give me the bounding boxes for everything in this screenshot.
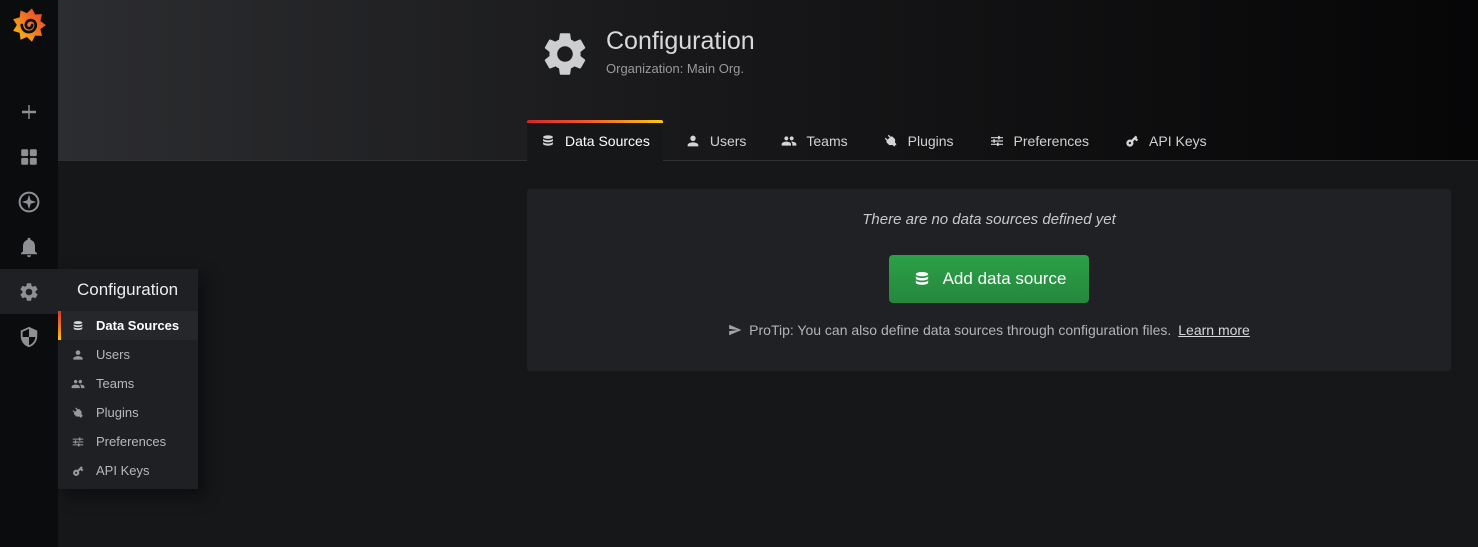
flyout-item-label: Preferences <box>96 434 166 449</box>
side-menu-items <box>0 89 58 359</box>
gear-icon <box>18 281 40 303</box>
flyout-item-label: Users <box>96 347 130 362</box>
tab-api-keys[interactable]: API Keys <box>1111 120 1220 161</box>
tab-plugins[interactable]: Plugins <box>870 120 967 161</box>
apps-grid-icon <box>18 146 40 168</box>
page-title: Configuration <box>606 27 755 56</box>
flyout-item-label: Data Sources <box>96 318 179 333</box>
tab-label: Plugins <box>908 133 954 149</box>
tab-label: Preferences <box>1014 133 1089 149</box>
configuration-flyout-menu: Configuration Data Sources Users Teams P… <box>58 269 198 489</box>
tab-users[interactable]: Users <box>672 120 760 161</box>
data-sources-empty-panel: There are no data sources defined yet Ad… <box>527 189 1451 371</box>
compass-icon <box>17 190 41 214</box>
tab-label: Users <box>710 133 747 149</box>
rocket-icon <box>728 323 742 337</box>
flyout-item-data-sources[interactable]: Data Sources <box>58 311 198 340</box>
page-subtitle: Organization: Main Org. <box>606 61 755 76</box>
page-title-block: Configuration Organization: Main Org. <box>539 26 755 82</box>
tab-teams[interactable]: Teams <box>768 120 860 161</box>
side-menu <box>0 0 58 547</box>
team-icon <box>71 377 85 391</box>
flyout-title: Configuration <box>58 269 198 311</box>
page-header: Configuration Organization: Main Org. Da… <box>58 0 1478 161</box>
sliders-icon <box>989 133 1005 149</box>
sidebar-item-explore[interactable] <box>0 179 58 224</box>
flyout-item-teams[interactable]: Teams <box>58 369 198 398</box>
database-icon <box>71 319 85 333</box>
protip-text: ProTip: You can also define data sources… <box>749 322 1171 338</box>
learn-more-link[interactable]: Learn more <box>1178 322 1250 338</box>
flyout-item-plugins[interactable]: Plugins <box>58 398 198 427</box>
protip-row: ProTip: You can also define data sources… <box>527 322 1451 338</box>
tab-preferences[interactable]: Preferences <box>976 120 1102 161</box>
sidebar-item-create[interactable] <box>0 89 58 134</box>
flyout-item-api-keys[interactable]: API Keys <box>58 456 198 485</box>
key-icon <box>71 464 85 478</box>
key-icon <box>1124 133 1140 149</box>
grafana-logo[interactable] <box>0 0 58 44</box>
plus-icon <box>17 100 41 124</box>
database-icon <box>540 133 556 149</box>
database-icon <box>912 269 932 289</box>
user-icon <box>685 133 701 149</box>
sidebar-item-configuration[interactable] <box>0 269 58 314</box>
flyout-item-label: Plugins <box>96 405 139 420</box>
sliders-icon <box>71 435 85 449</box>
flyout-item-users[interactable]: Users <box>58 340 198 369</box>
plug-icon <box>71 406 85 420</box>
bell-icon <box>17 235 41 259</box>
tab-label: Teams <box>806 133 847 149</box>
team-icon <box>781 133 797 149</box>
gear-icon <box>539 26 591 82</box>
add-data-source-button[interactable]: Add data source <box>889 255 1090 303</box>
flyout-item-label: Teams <box>96 376 134 391</box>
user-icon <box>71 348 85 362</box>
plug-icon <box>883 133 899 149</box>
tab-data-sources[interactable]: Data Sources <box>527 120 663 161</box>
sidebar-item-dashboards[interactable] <box>0 134 58 179</box>
config-tabs: Data Sources Users Teams Plugins Prefere… <box>527 120 1220 161</box>
sidebar-item-server-admin[interactable] <box>0 314 58 359</box>
tab-label: Data Sources <box>565 133 650 149</box>
add-data-source-label: Add data source <box>943 269 1067 289</box>
sidebar-item-alerting[interactable] <box>0 224 58 269</box>
empty-state-message: There are no data sources defined yet <box>527 189 1451 228</box>
flyout-item-label: API Keys <box>96 463 149 478</box>
shield-icon <box>18 326 40 348</box>
grafana-logo-icon <box>10 5 48 43</box>
flyout-item-preferences[interactable]: Preferences <box>58 427 198 456</box>
tab-label: API Keys <box>1149 133 1207 149</box>
